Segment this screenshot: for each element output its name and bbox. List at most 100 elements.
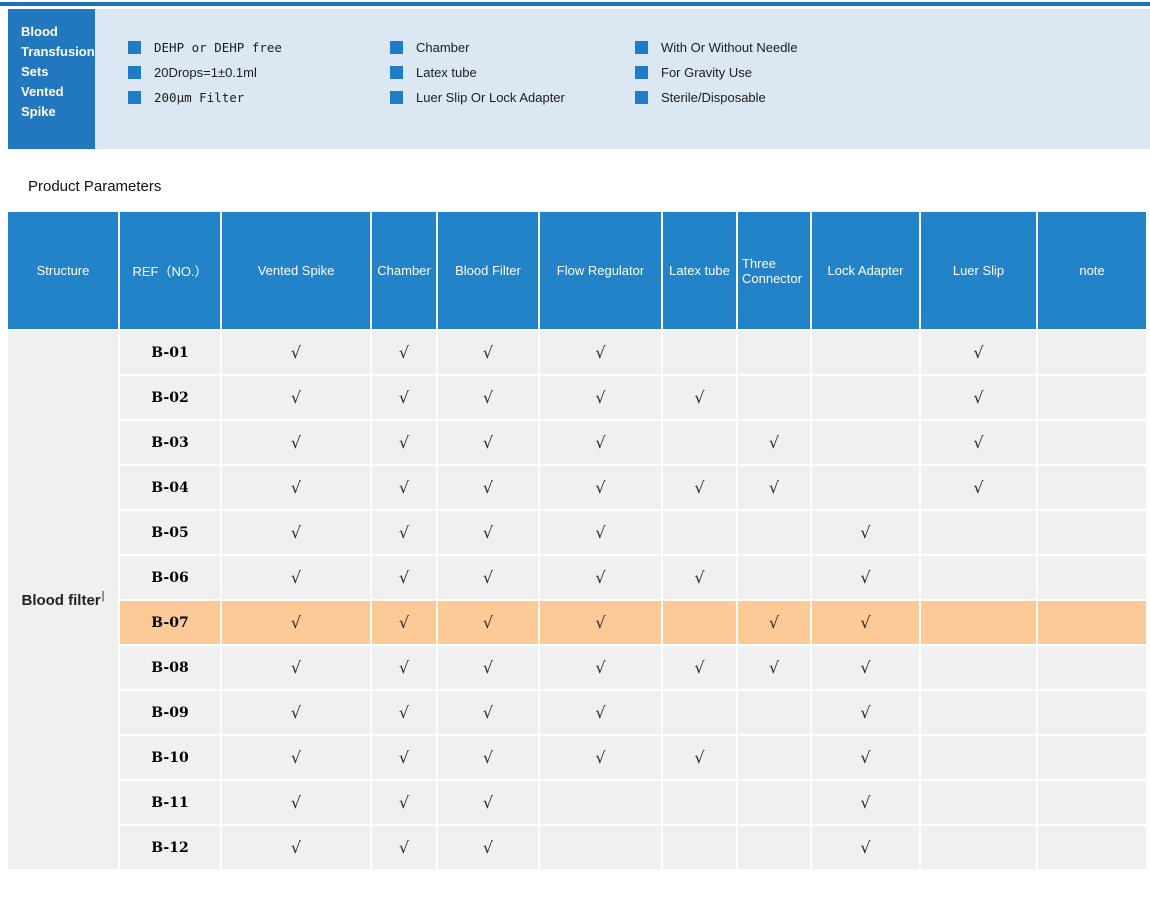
check-cell: √ (222, 601, 370, 644)
check-cell: √ (222, 736, 370, 779)
feature-item: With Or Without Needle (635, 40, 935, 55)
check-cell: √ (738, 646, 810, 689)
feature-item: Chamber (390, 39, 635, 55)
empty-cell (663, 511, 736, 554)
check-cell: √ (540, 511, 661, 554)
empty-cell (663, 421, 736, 464)
column-header-three-connector: Three Connector (738, 212, 810, 329)
empty-cell (738, 556, 810, 599)
check-cell: √ (372, 511, 436, 554)
check-cell: √ (921, 466, 1036, 509)
check-cell: √ (663, 466, 736, 509)
top-accent-line (0, 2, 1150, 6)
empty-cell (738, 781, 810, 824)
bullet-square-icon (635, 40, 648, 54)
check-cell: √ (222, 781, 370, 824)
ref-cell: B-09 (120, 691, 220, 734)
check-cell: √ (222, 376, 370, 419)
empty-cell (1038, 646, 1146, 689)
check-cell: √ (222, 691, 370, 734)
empty-cell (921, 691, 1036, 734)
product-title-line: Blood (21, 24, 58, 39)
check-cell: √ (812, 646, 919, 689)
hero-banner: Blood Transfusion Sets Vented Spike DEHP… (8, 9, 1150, 149)
features-banner: DEHP or DEHP free 20Drops=1±0.1ml 200μm … (95, 9, 1150, 149)
empty-cell (738, 376, 810, 419)
empty-cell (1038, 511, 1146, 554)
check-cell: √ (372, 331, 436, 374)
feature-item: 20Drops=1±0.1ml (128, 65, 390, 80)
check-cell: √ (372, 781, 436, 824)
bullet-square-icon (128, 40, 141, 54)
ref-cell: B-05 (120, 511, 220, 554)
feature-label: Latex tube (416, 64, 477, 80)
empty-cell (1038, 736, 1146, 779)
product-title-line: Sets (21, 64, 49, 79)
features-column-2: Chamber Latex tube Luer Slip Or Lock Ada… (390, 40, 635, 149)
check-cell: √ (738, 421, 810, 464)
bullet-square-icon (390, 65, 403, 79)
empty-cell (1038, 601, 1146, 644)
empty-cell (663, 601, 736, 644)
empty-cell (1038, 331, 1146, 374)
check-cell: √ (372, 691, 436, 734)
feature-label: Luer Slip Or Lock Adapter (416, 89, 565, 105)
feature-label: For Gravity Use (661, 64, 753, 80)
ref-cell: B-10 (120, 736, 220, 779)
check-cell: √ (540, 331, 661, 374)
check-cell: √ (812, 781, 919, 824)
check-cell: √ (812, 736, 919, 779)
empty-cell (921, 736, 1036, 779)
check-cell: √ (812, 511, 919, 554)
column-header-ref-no: REF（NO.） (120, 212, 220, 329)
empty-cell (1038, 691, 1146, 734)
empty-cell (921, 646, 1036, 689)
section-title: Product Parameters (28, 178, 162, 195)
check-cell: √ (921, 376, 1036, 419)
feature-item: For Gravity Use (635, 64, 935, 80)
bullet-square-icon (390, 40, 403, 54)
check-cell: √ (372, 736, 436, 779)
ref-cell: B-04 (120, 466, 220, 509)
check-cell: √ (438, 691, 538, 734)
check-cell: √ (372, 556, 436, 599)
ref-cell: B-07 (120, 601, 220, 644)
structure-label: Blood filter (21, 591, 101, 609)
check-cell: √ (663, 556, 736, 599)
product-title-line: Vented (21, 84, 64, 99)
empty-cell (1038, 556, 1146, 599)
feature-item: Luer Slip Or Lock Adapter (390, 89, 635, 105)
check-cell: √ (812, 601, 919, 644)
check-cell: √ (372, 826, 436, 869)
check-cell: √ (438, 781, 538, 824)
check-cell: √ (222, 556, 370, 599)
product-parameters-table: Structure REF（NO.） Vented Spike Chamber … (8, 212, 1146, 869)
bullet-square-icon (128, 90, 141, 104)
empty-cell (738, 511, 810, 554)
check-cell: √ (372, 466, 436, 509)
product-title-box: Blood Transfusion Sets Vented Spike (8, 9, 95, 149)
empty-cell (738, 826, 810, 869)
empty-cell (812, 376, 919, 419)
feature-label: Chamber (416, 39, 470, 55)
check-cell: √ (540, 376, 661, 419)
empty-cell (812, 331, 919, 374)
check-cell: √ (663, 376, 736, 419)
structure-group-cell: Blood filter | (8, 331, 118, 869)
feature-item: 200μm Filter (128, 90, 390, 105)
check-cell: √ (812, 826, 919, 869)
check-cell: √ (663, 736, 736, 779)
empty-cell (540, 781, 661, 824)
empty-cell (921, 781, 1036, 824)
empty-cell (921, 826, 1036, 869)
check-cell: √ (222, 421, 370, 464)
product-title-line: Spike (21, 104, 56, 119)
check-cell: √ (438, 376, 538, 419)
check-cell: √ (438, 466, 538, 509)
bullet-square-icon (128, 65, 141, 79)
empty-cell (663, 781, 736, 824)
check-cell: √ (372, 421, 436, 464)
column-header-flow-regulator: Flow Regulator (540, 212, 661, 329)
column-header-lock-adapter: Lock Adapter (812, 212, 919, 329)
empty-cell (812, 421, 919, 464)
